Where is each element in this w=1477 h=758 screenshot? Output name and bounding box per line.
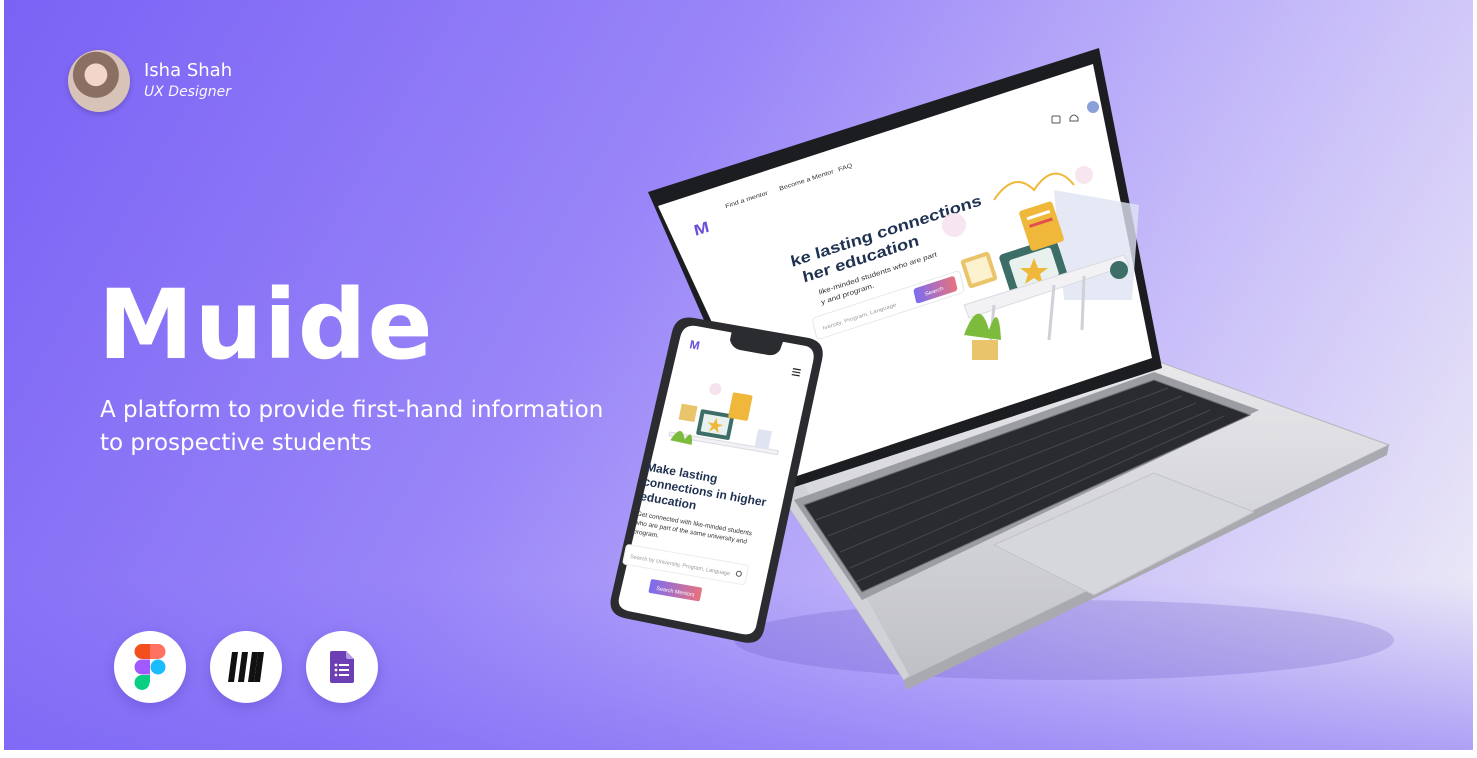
google-forms-icon [330,651,354,683]
project-title: Muide [98,269,434,381]
author-name: Isha Shah [144,60,233,81]
miro-icon [228,652,264,682]
figma-icon [134,644,166,690]
author-role: UX Designer [144,84,231,100]
tool-miro [210,631,282,703]
tool-google-forms [306,631,378,703]
project-subtitle: A platform to provide first-hand informa… [100,397,604,456]
hero-banner: Isha Shah UX Designer Muide A platform t… [4,0,1473,750]
user-avatar-icon[interactable] [1087,101,1099,113]
author-text: Isha Shah UX Designer [144,60,232,102]
tool-figma [114,631,186,703]
tools-row [114,631,378,703]
author-block: Isha Shah UX Designer [68,50,232,112]
avatar [68,50,130,112]
